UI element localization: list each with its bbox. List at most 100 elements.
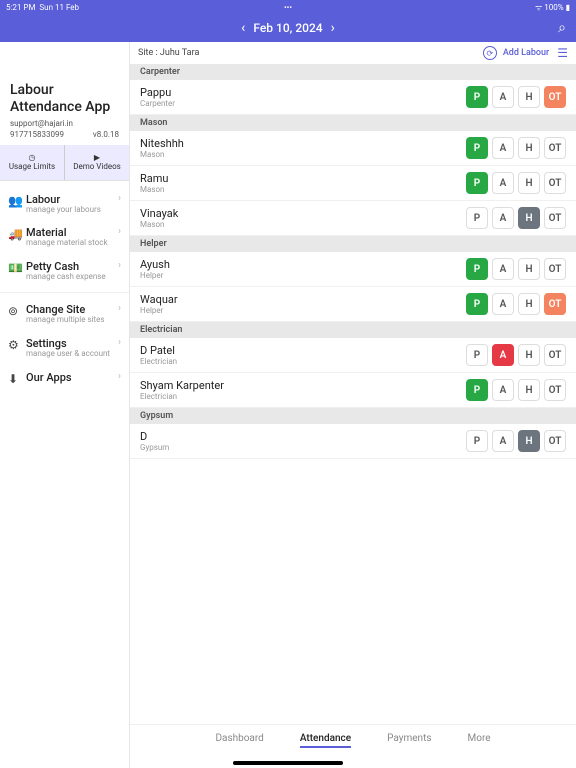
mark-p[interactable]: P (466, 258, 488, 280)
mark-a[interactable]: A (492, 207, 514, 229)
status-bar: 5:21 PM Sun 11 Feb ••• ᯤ 100% ▮ (0, 0, 576, 14)
mark-ot[interactable]: OT (544, 430, 566, 452)
row-d[interactable]: DGypsum P A H OT (130, 424, 576, 459)
app-bar: ‹ Feb 10, 2024 › ⌕ (0, 14, 576, 42)
chevron-right-icon: › (118, 260, 121, 271)
chevron-right-icon: › (118, 371, 121, 382)
mark-a[interactable]: A (492, 293, 514, 315)
download-icon: ⬇ (8, 371, 26, 386)
mark-a[interactable]: A (492, 172, 514, 194)
row-niteshhh[interactable]: NiteshhhMason P A H OT (130, 131, 576, 166)
mark-a[interactable]: A (492, 379, 514, 401)
row-pappu[interactable]: PappuCarpenter P A H OT (130, 80, 576, 115)
mark-h[interactable]: H (518, 344, 540, 366)
chevron-right-icon: › (118, 226, 121, 237)
sidebar: LabourAttendance App support@hajari.in 9… (0, 42, 130, 768)
row-ayush[interactable]: AyushHelper P A H OT (130, 252, 576, 287)
mark-h[interactable]: H (518, 172, 540, 194)
mark-ot[interactable]: OT (544, 86, 566, 108)
mark-p[interactable]: P (466, 207, 488, 229)
mark-p[interactable]: P (466, 344, 488, 366)
sync-icon[interactable]: ⟳ (483, 46, 497, 60)
status-dots: ••• (284, 3, 292, 12)
mark-h[interactable]: H (518, 430, 540, 452)
truck-icon: 🚚 (8, 226, 26, 241)
mark-h[interactable]: H (518, 137, 540, 159)
mark-p[interactable]: P (466, 430, 488, 452)
mark-ot[interactable]: OT (544, 379, 566, 401)
mark-h[interactable]: H (518, 207, 540, 229)
menu-settings[interactable]: ⚙ Settingsmanage user & account › (0, 331, 129, 365)
mark-ot[interactable]: OT (544, 293, 566, 315)
tab-more[interactable]: More (468, 733, 491, 744)
phone-number: 917715833099 (10, 130, 64, 139)
menu-our-apps[interactable]: ⬇ Our Apps › (0, 365, 129, 392)
mark-a[interactable]: A (492, 344, 514, 366)
mark-h[interactable]: H (518, 293, 540, 315)
app-title: LabourAttendance App (10, 82, 119, 116)
usage-limits-tab[interactable]: ◷Usage Limits (0, 145, 64, 180)
mark-h[interactable]: H (518, 379, 540, 401)
menu-labour[interactable]: 👥 Labourmanage your labours › (0, 187, 129, 221)
mark-h[interactable]: H (518, 258, 540, 280)
globe-icon: ⊚ (8, 303, 26, 318)
row-shyam[interactable]: Shyam KarpenterElectrician P A H OT (130, 373, 576, 408)
sidebar-tabs: ◷Usage Limits ▶Demo Videos (0, 145, 129, 181)
menu-material[interactable]: 🚚 Materialmanage material stock › (0, 220, 129, 254)
section-mason: Mason (130, 115, 576, 131)
sidebar-menu: 👥 Labourmanage your labours › 🚚 Material… (0, 181, 129, 398)
chevron-right-icon: › (118, 303, 121, 314)
home-indicator (233, 761, 343, 765)
mark-a[interactable]: A (492, 430, 514, 452)
next-day-button[interactable]: › (323, 20, 343, 36)
section-carpenter: Carpenter (130, 64, 576, 80)
chevron-right-icon: › (118, 337, 121, 348)
filter-icon[interactable]: ☰ (557, 46, 568, 60)
chevron-right-icon: › (118, 193, 121, 204)
prev-day-button[interactable]: ‹ (233, 20, 253, 36)
gear-icon: ⚙ (8, 337, 26, 352)
mark-a[interactable]: A (492, 258, 514, 280)
mark-ot[interactable]: OT (544, 207, 566, 229)
section-electrician: Electrician (130, 322, 576, 338)
tab-payments[interactable]: Payments (387, 733, 431, 744)
main-panel: Site : Juhu Tara ⟳ Add Labour ☰ Carpente… (130, 42, 576, 768)
video-icon: ▶ (94, 153, 100, 162)
mark-a[interactable]: A (492, 137, 514, 159)
menu-change-site[interactable]: ⊚ Change Sitemanage multiple sites › (0, 297, 129, 331)
mark-ot[interactable]: OT (544, 344, 566, 366)
gauge-icon: ◷ (29, 153, 36, 162)
mark-h[interactable]: H (518, 86, 540, 108)
bottom-nav: Dashboard Attendance Payments More (130, 724, 576, 768)
tab-dashboard[interactable]: Dashboard (215, 733, 263, 744)
mark-ot[interactable]: OT (544, 258, 566, 280)
brand-block: LabourAttendance App support@hajari.in 9… (0, 42, 129, 145)
support-email: support@hajari.in (10, 119, 119, 128)
mark-p[interactable]: P (466, 293, 488, 315)
add-labour-button[interactable]: Add Labour (503, 48, 549, 58)
date-label[interactable]: Feb 10, 2024 (253, 21, 322, 35)
main-header: Site : Juhu Tara ⟳ Add Labour ☰ (130, 42, 576, 64)
people-icon: 👥 (8, 193, 26, 208)
section-gypsum: Gypsum (130, 408, 576, 424)
mark-p[interactable]: P (466, 137, 488, 159)
section-helper: Helper (130, 236, 576, 252)
mark-p[interactable]: P (466, 172, 488, 194)
row-ramu[interactable]: RamuMason P A H OT (130, 166, 576, 201)
row-waquar[interactable]: WaquarHelper P A H OT (130, 287, 576, 322)
mark-a[interactable]: A (492, 86, 514, 108)
mark-p[interactable]: P (466, 86, 488, 108)
mark-p[interactable]: P (466, 379, 488, 401)
menu-petty-cash[interactable]: 💵 Petty Cashmanage cash expense › (0, 254, 129, 288)
row-vinayak[interactable]: VinayakMason P A H OT (130, 201, 576, 236)
row-dpatel[interactable]: D PatelElectrician P A H OT (130, 338, 576, 373)
mark-ot[interactable]: OT (544, 137, 566, 159)
status-time: 5:21 PM Sun 11 Feb (6, 3, 79, 12)
tab-attendance[interactable]: Attendance (300, 733, 351, 748)
demo-videos-tab[interactable]: ▶Demo Videos (65, 145, 129, 180)
site-label: Site : Juhu Tara (138, 48, 199, 58)
mark-ot[interactable]: OT (544, 172, 566, 194)
version-label: v8.0.18 (93, 130, 119, 139)
search-icon[interactable]: ⌕ (558, 20, 566, 36)
status-right: ᯤ 100% ▮ (535, 2, 570, 13)
